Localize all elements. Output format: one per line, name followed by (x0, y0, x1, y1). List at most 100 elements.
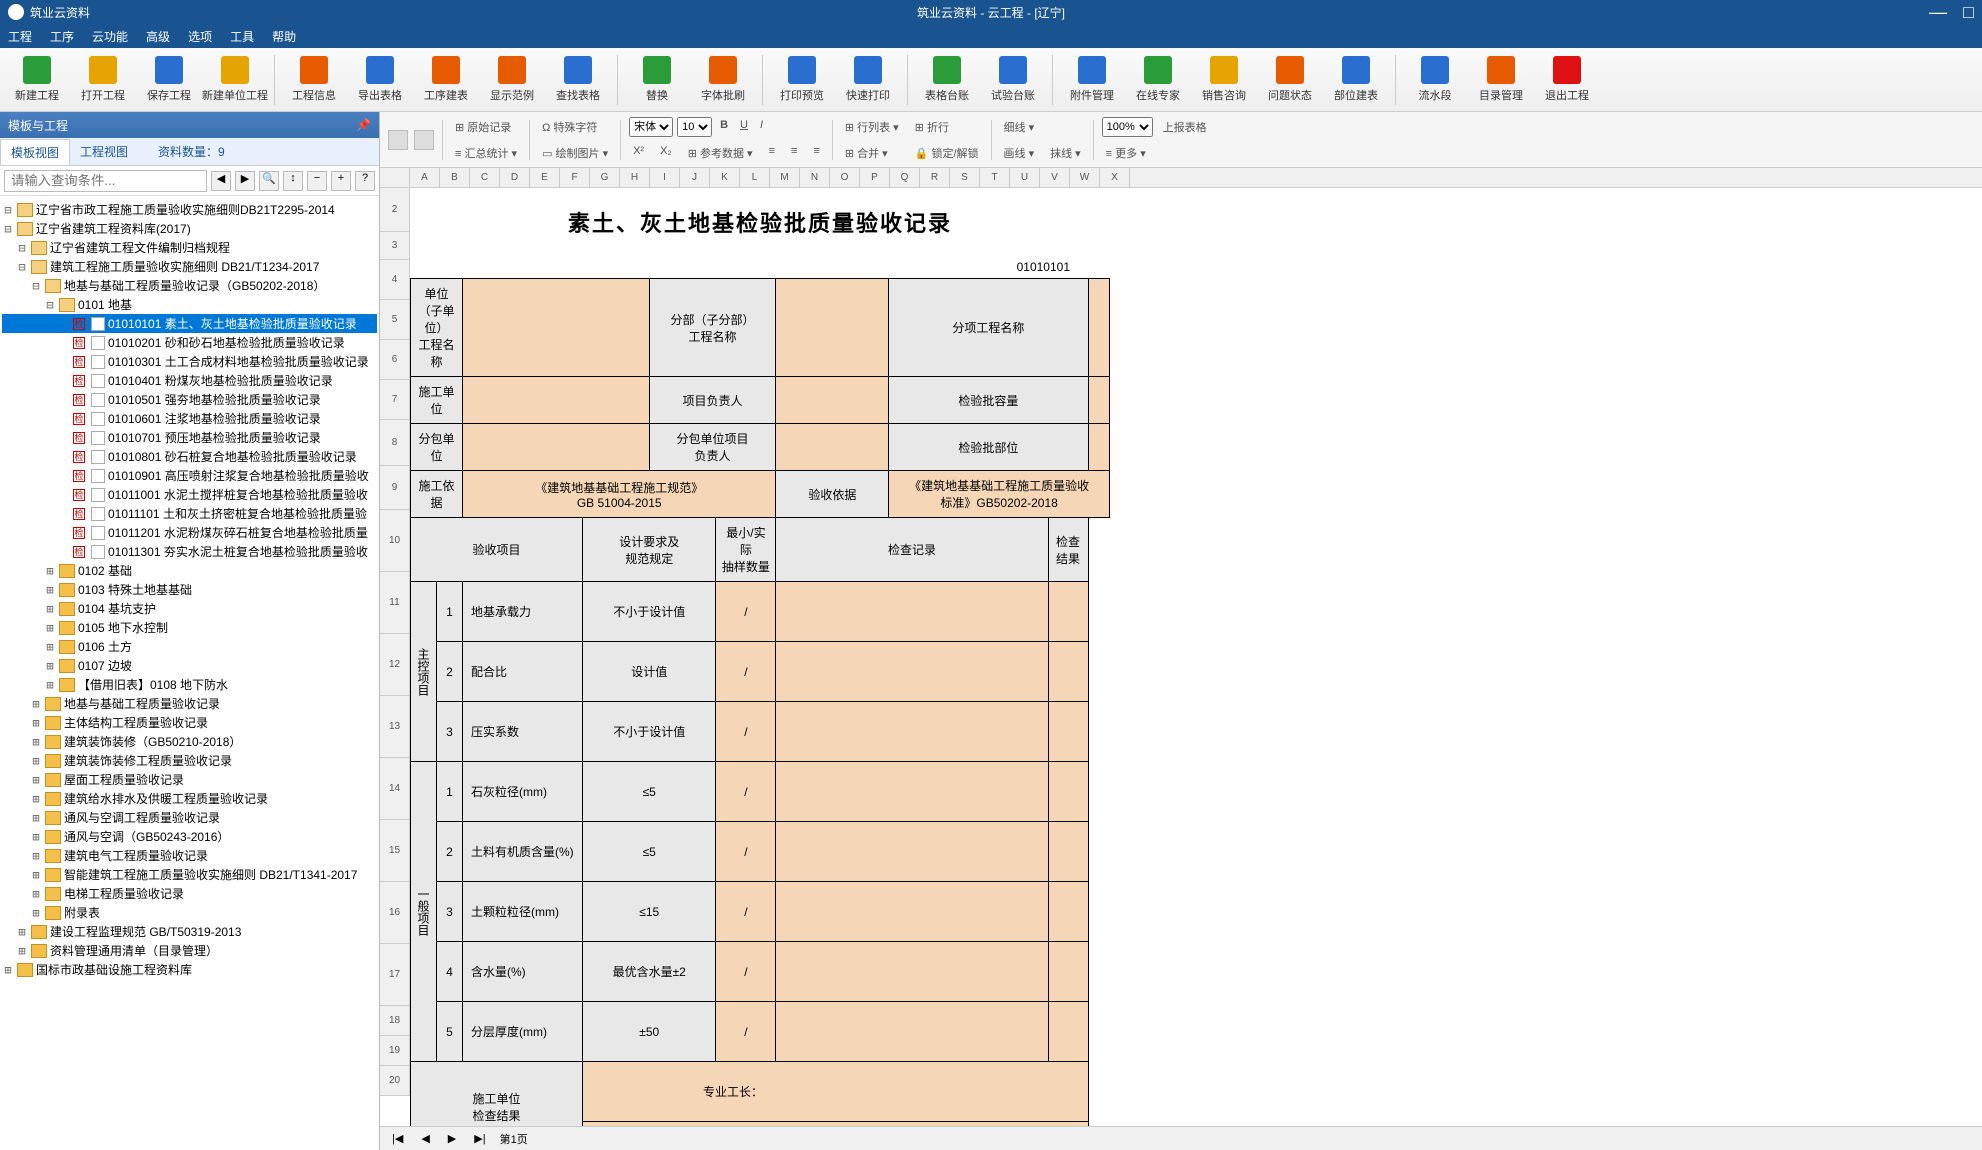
tree-item[interactable]: ⊞建筑给水排水及供暖工程质量验收记录 (2, 789, 377, 808)
row-header[interactable]: 12 (380, 634, 410, 696)
expand-icon[interactable]: ⊞ (30, 830, 42, 844)
menu-云功能[interactable]: 云功能 (92, 28, 128, 45)
tool-显示范例[interactable]: 显示范例 (481, 56, 543, 103)
tree-item[interactable]: 检01010601 注浆地基检验批质量验收记录 (2, 409, 377, 428)
undo-icon[interactable] (388, 130, 408, 150)
tool-查找表格[interactable]: 查找表格 (547, 56, 609, 103)
row-header[interactable]: 14 (380, 758, 410, 820)
tree-item[interactable]: ⊞0106 土方 (2, 637, 377, 656)
tree-item[interactable]: ⊞0102 基础 (2, 561, 377, 580)
col-header[interactable]: I (650, 168, 680, 187)
tree-item[interactable]: ⊞地基与基础工程质量验收记录 (2, 694, 377, 713)
tree-item[interactable]: 检01011101 土和灰土挤密桩复合地基检验批质量验 (2, 504, 377, 523)
expand-icon[interactable]: ⊞ (30, 868, 42, 882)
expand-icon[interactable]: ⊞ (2, 963, 14, 977)
row-header[interactable]: 20 (380, 1066, 410, 1096)
col-header[interactable]: A (410, 168, 440, 187)
tool-打印预览[interactable]: 打印预览 (771, 56, 833, 103)
italic-button[interactable]: I (756, 117, 767, 137)
expand-icon[interactable]: ⊞ (30, 697, 42, 711)
tree-item[interactable]: 检01010901 高压喷射注浆复合地基检验批质量验收 (2, 466, 377, 485)
col-header[interactable]: L (740, 168, 770, 187)
tree-item[interactable]: ⊞附录表 (2, 903, 377, 922)
more-button[interactable]: ≡ 更多 ▾ (1102, 143, 1150, 163)
tool-部位建表[interactable]: 部位建表 (1325, 56, 1387, 103)
col-header[interactable]: V (1040, 168, 1070, 187)
tree-item[interactable]: 检01010801 砂石桩复合地基检验批质量验收记录 (2, 447, 377, 466)
tree-item[interactable]: ⊞0107 边坡 (2, 656, 377, 675)
col-header[interactable]: W (1070, 168, 1100, 187)
tree-item[interactable]: ⊟辽宁省市政工程施工质量验收实施细则DB21T2295-2014 (2, 200, 377, 219)
row-header[interactable]: 5 (380, 300, 410, 340)
tree-item[interactable]: ⊞国标市政基础设施工程资料库 (2, 960, 377, 979)
tree-item[interactable]: 检01011301 夯实水泥土桩复合地基检验批质量验收 (2, 542, 377, 561)
superscript-button[interactable]: X² (629, 143, 648, 163)
expand-icon[interactable]: ⊞ (44, 583, 56, 597)
expand-icon[interactable]: ⊟ (44, 298, 56, 312)
expand-icon[interactable]: ⊞ (30, 887, 42, 901)
col-header[interactable]: Q (890, 168, 920, 187)
tool-新建单位工程[interactable]: 新建单位工程 (204, 56, 266, 103)
tree-item[interactable]: 检01010401 粉煤灰地基检验批质量验收记录 (2, 371, 377, 390)
tree-item[interactable]: ⊟辽宁省建筑工程文件编制归档规程 (2, 238, 377, 257)
col-header[interactable]: H (620, 168, 650, 187)
tree-item[interactable]: ⊞0103 特殊土地基基础 (2, 580, 377, 599)
erase-line-button[interactable]: 抹线 ▾ (1046, 143, 1085, 163)
bold-button[interactable]: B (716, 117, 732, 137)
col-header[interactable]: K (710, 168, 740, 187)
tree-item[interactable]: 检01010501 强夯地基检验批质量验收记录 (2, 390, 377, 409)
expand-icon[interactable]: ⊟ (16, 241, 28, 255)
search-input[interactable] (4, 170, 207, 192)
tool-问题状态[interactable]: 问题状态 (1259, 56, 1321, 103)
panel-pin-icon[interactable]: 📌 (356, 118, 371, 132)
search-button[interactable]: 🔍 (259, 171, 279, 191)
next-page-button[interactable]: ▶ (444, 1132, 460, 1145)
plus-button[interactable]: + (331, 171, 351, 191)
last-page-button[interactable]: ▶| (470, 1132, 489, 1145)
col-header[interactable]: B (440, 168, 470, 187)
sheet-area[interactable]: ABCDEFGHIJKLMNOPQRSTUVWX 234567891011121… (380, 168, 1982, 1126)
tool-流水段[interactable]: 流水段 (1404, 56, 1466, 103)
menu-工程[interactable]: 工程 (8, 28, 32, 45)
tree-item[interactable]: 检01010201 砂和砂石地基检验批质量验收记录 (2, 333, 377, 352)
row-header[interactable]: 19 (380, 1036, 410, 1066)
expand-icon[interactable]: ⊞ (44, 678, 56, 692)
row-header[interactable]: 17 (380, 944, 410, 1006)
align-left-icon[interactable]: ≡ (765, 143, 779, 163)
tool-导出表格[interactable]: 导出表格 (349, 56, 411, 103)
align-center-icon[interactable]: ≡ (787, 143, 801, 163)
tree-item[interactable]: ⊞建筑装饰装修（GB50210-2018） (2, 732, 377, 751)
menu-工序[interactable]: 工序 (50, 28, 74, 45)
line-weight-button[interactable]: 细线 ▾ (1000, 117, 1039, 137)
expand-icon[interactable]: ⊞ (44, 640, 56, 654)
draw-line-button[interactable]: 画线 ▾ (1000, 143, 1039, 163)
collapse-button[interactable]: ↕ (283, 171, 303, 191)
col-header[interactable]: R (920, 168, 950, 187)
col-header[interactable]: F (560, 168, 590, 187)
tree-item[interactable]: 检01010101 素土、灰土地基检验批质量验收记录 (2, 314, 377, 333)
upload-button[interactable]: 上报表格 (1159, 117, 1211, 137)
row-header[interactable]: 2 (380, 188, 410, 232)
row-list-button[interactable]: ⊞ 行列表 ▾ (841, 117, 903, 137)
menu-工具[interactable]: 工具 (230, 28, 254, 45)
summary-stats-button[interactable]: ≡ 汇总统计 ▾ (451, 143, 521, 163)
col-header[interactable]: G (590, 168, 620, 187)
font-select[interactable]: 宋体 (629, 117, 673, 137)
tool-在线专家[interactable]: 在线专家 (1127, 56, 1189, 103)
expand-icon[interactable]: ⊞ (30, 792, 42, 806)
col-header[interactable]: X (1100, 168, 1130, 187)
col-header[interactable]: J (680, 168, 710, 187)
tree-item[interactable]: 检01011201 水泥粉煤灰碎石桩复合地基检验批质量 (2, 523, 377, 542)
help-button[interactable]: ? (355, 171, 375, 191)
tool-字体批刷[interactable]: 字体批刷 (692, 56, 754, 103)
expand-icon[interactable]: ⊞ (16, 944, 28, 958)
col-header[interactable]: M (770, 168, 800, 187)
tool-工程信息[interactable]: 工程信息 (283, 56, 345, 103)
expand-icon[interactable]: ⊞ (16, 925, 28, 939)
draw-image-button[interactable]: ▭ 绘制图片 ▾ (538, 143, 612, 163)
search-prev-button[interactable]: ◀ (211, 171, 231, 191)
tool-新建工程[interactable]: 新建工程 (6, 56, 68, 103)
tool-保存工程[interactable]: 保存工程 (138, 56, 200, 103)
row-header[interactable]: 11 (380, 572, 410, 634)
tree-item[interactable]: ⊞通风与空调工程质量验收记录 (2, 808, 377, 827)
